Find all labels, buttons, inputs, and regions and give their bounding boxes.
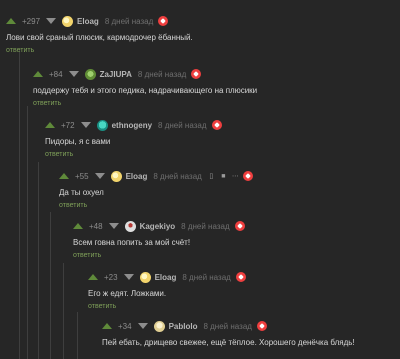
thread-rail [77,312,78,359]
pikabu-icon[interactable] [158,16,169,26]
vote-up-icon[interactable] [88,274,98,280]
comment: +84 ZaJIUPA 8 дней назад поддержу тебя и… [33,61,393,109]
comment-author[interactable]: Eloag [155,273,177,282]
comment-text: Всем говна попить за мой счёт! [73,238,191,247]
comment-rating: +72 [61,120,75,130]
thread-rail [38,162,39,359]
thread-rail [63,263,64,359]
vote-up-icon[interactable] [33,71,43,77]
comment: +297 Eloag 8 дней назад Лови свой сраный… [6,8,396,56]
vote-up-icon[interactable] [6,18,16,24]
comment-header: +55 Eloag 8 дней назад ▯ ■ ⋯ [59,169,253,183]
reply-link[interactable]: ответить [45,151,73,158]
reply-link[interactable]: ответить [88,303,116,310]
comment-author[interactable]: Pablolo [169,322,198,331]
vote-up-icon[interactable] [102,323,112,329]
more-icon[interactable]: ⋯ [231,172,240,181]
comment-time: 8 дней назад [182,272,231,282]
vote-down-icon[interactable] [108,223,119,229]
comment-time: 8 дней назад [153,171,202,181]
comment-rating: +34 [118,321,132,331]
save-icon[interactable]: ■ [219,172,228,181]
vote-up-icon[interactable] [45,122,55,128]
pikabu-icon[interactable] [235,272,246,282]
comment: +23 Eloag 8 дней назад Его ж едят. Ложка… [88,264,393,312]
vote-down-icon[interactable] [123,274,134,280]
comment-rating: +48 [89,221,103,231]
comment-thread: +297 Eloag 8 дней назад Лови свой сраный… [0,0,400,359]
comment-text: поддержу тебя и этого педика, надрачиваю… [33,86,258,95]
bookmark-icon[interactable]: ▯ [207,172,216,181]
comment: +34 Pablolo 8 дней назад Пей ебать, дрищ… [102,313,392,359]
comment-header: +297 Eloag 8 дней назад [6,14,169,28]
comment: +72 ethnogeny 8 дней назад Пидоры, я с в… [45,112,390,160]
comment-author[interactable]: Eloag [77,17,99,26]
comment-rating: +84 [49,69,63,79]
comment-text: Да ты охуел [59,188,104,197]
pikabu-icon[interactable] [256,321,267,331]
pikabu-icon[interactable] [242,171,253,181]
comment-time: 8 дней назад [203,321,252,331]
reply-link[interactable]: ответить [6,47,34,54]
cream-avatar[interactable] [153,320,165,332]
vote-down-icon[interactable] [94,173,105,179]
frog-avatar[interactable] [84,68,96,80]
pikabu-icon[interactable] [211,120,222,130]
vote-down-icon[interactable] [68,71,79,77]
vote-up-icon[interactable] [59,173,69,179]
thread-rail [50,212,51,359]
vote-down-icon[interactable] [46,18,57,24]
thread-rail [19,50,20,359]
comment-header: +48 Kagekiyo 8 дней назад [73,219,245,233]
comment-header: +72 ethnogeny 8 дней назад [45,118,222,132]
vote-down-icon[interactable] [80,122,91,128]
comment-time: 8 дней назад [158,120,207,130]
comment-rating: +297 [22,16,41,26]
reply-link[interactable]: ответить [73,252,101,259]
comment-header: +84 ZaJIUPA 8 дней назад [33,67,202,81]
comment-header: +23 Eloag 8 дней назад [88,270,246,284]
vote-down-icon[interactable] [137,323,148,329]
comment-time: 8 дней назад [137,69,187,79]
comment: +48 Kagekiyo 8 дней назад Всем говна поп… [73,213,393,261]
red-white-avatar[interactable] [124,220,136,232]
comment-rating: +55 [75,171,89,181]
comment-author[interactable]: ethnogeny [112,121,152,130]
comment-text: Пей ебать, дрищево свежее, ещё тёплое. Х… [102,338,355,347]
thread-rail [27,106,28,359]
comment-rating: +23 [104,272,118,282]
reply-link[interactable]: ответить [33,100,61,107]
sun-avatar[interactable] [139,271,151,283]
comment-text: Лови свой сраный плюсик, кармодрочер ёба… [6,33,193,42]
comment-text: Его ж едят. Ложками. [88,289,167,298]
pikabu-icon[interactable] [234,221,245,231]
comment-author[interactable]: ZaJIUPA [100,70,132,79]
comment-author[interactable]: Eloag [126,172,148,181]
comment-text: Пидоры, я с вами [45,137,111,146]
comment-time: 8 дней назад [181,221,230,231]
sun-avatar[interactable] [62,15,74,27]
pikabu-icon[interactable] [191,69,202,79]
vote-up-icon[interactable] [73,223,83,229]
reply-link[interactable]: ответить [59,202,87,209]
comment-time: 8 дней назад [104,16,154,26]
sun-avatar[interactable] [110,170,122,182]
comment-author[interactable]: Kagekiyo [140,222,176,231]
teal-avatar[interactable] [96,119,108,131]
comment: +55 Eloag 8 дней назад ▯ ■ ⋯ Да ты охуел… [59,163,389,211]
comment-header: +34 Pablolo 8 дней назад [102,319,267,333]
